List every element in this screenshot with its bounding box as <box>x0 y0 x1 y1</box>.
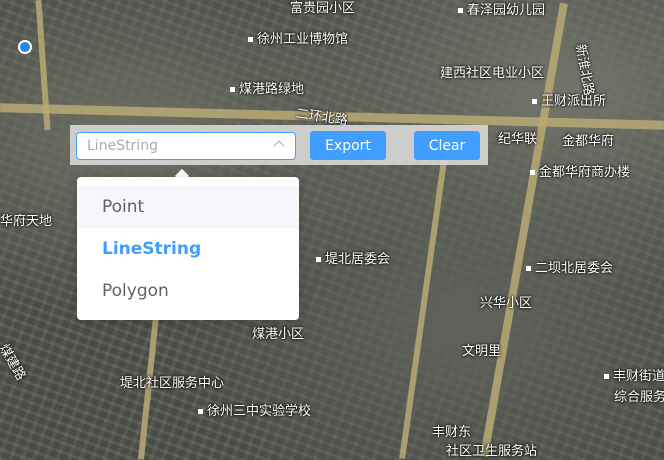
select-value: LineString <box>87 138 158 154</box>
map-label: 堤北居委会 <box>316 248 390 267</box>
geometry-type-select[interactable]: LineString <box>76 132 296 160</box>
map-label: 丰财东 <box>432 425 472 440</box>
map-label: 煤港小区 <box>252 327 305 342</box>
map-label: 华府天地 <box>0 214 53 229</box>
map-label: 社区卫生服务站 <box>446 444 538 459</box>
map-label: 综合服务 <box>614 390 664 405</box>
map-label: 徐州工业博物馆 <box>248 28 348 47</box>
map-label: 煤建路 <box>0 341 29 384</box>
map-label: 煤港路绿地 <box>230 78 304 97</box>
road-vertical-center <box>399 161 447 459</box>
map-label: 兴华小区 <box>480 296 533 311</box>
map-label: 金都华府 <box>562 134 615 149</box>
map-label: 春泽园幼儿园 <box>458 0 545 18</box>
map-label: 新淮北路 <box>572 42 596 97</box>
map-label: 徐州三中实验学校 <box>198 400 311 419</box>
map-label: 二坝北居委会 <box>526 257 613 276</box>
geometry-type-dropdown: Point LineString Polygon <box>77 177 299 320</box>
option-point[interactable]: Point <box>77 186 299 228</box>
map-label: 堤北社区服务中心 <box>120 376 225 391</box>
option-linestring[interactable]: LineString <box>77 228 299 270</box>
export-button[interactable]: Export <box>310 131 386 160</box>
map-label: 纪华联 <box>498 132 538 147</box>
map-label: 金都华府商办楼 <box>530 161 630 180</box>
clear-button[interactable]: Clear <box>414 131 480 160</box>
map-label: 文明里 <box>462 344 502 359</box>
option-polygon[interactable]: Polygon <box>77 270 299 312</box>
current-location-marker[interactable] <box>18 40 32 54</box>
chevron-up-icon <box>273 140 285 152</box>
map-label: 富贵园小区 <box>290 1 356 16</box>
map-label: 丰财街道 <box>604 365 664 384</box>
map-label: 建西社区电业小区 <box>440 66 545 81</box>
